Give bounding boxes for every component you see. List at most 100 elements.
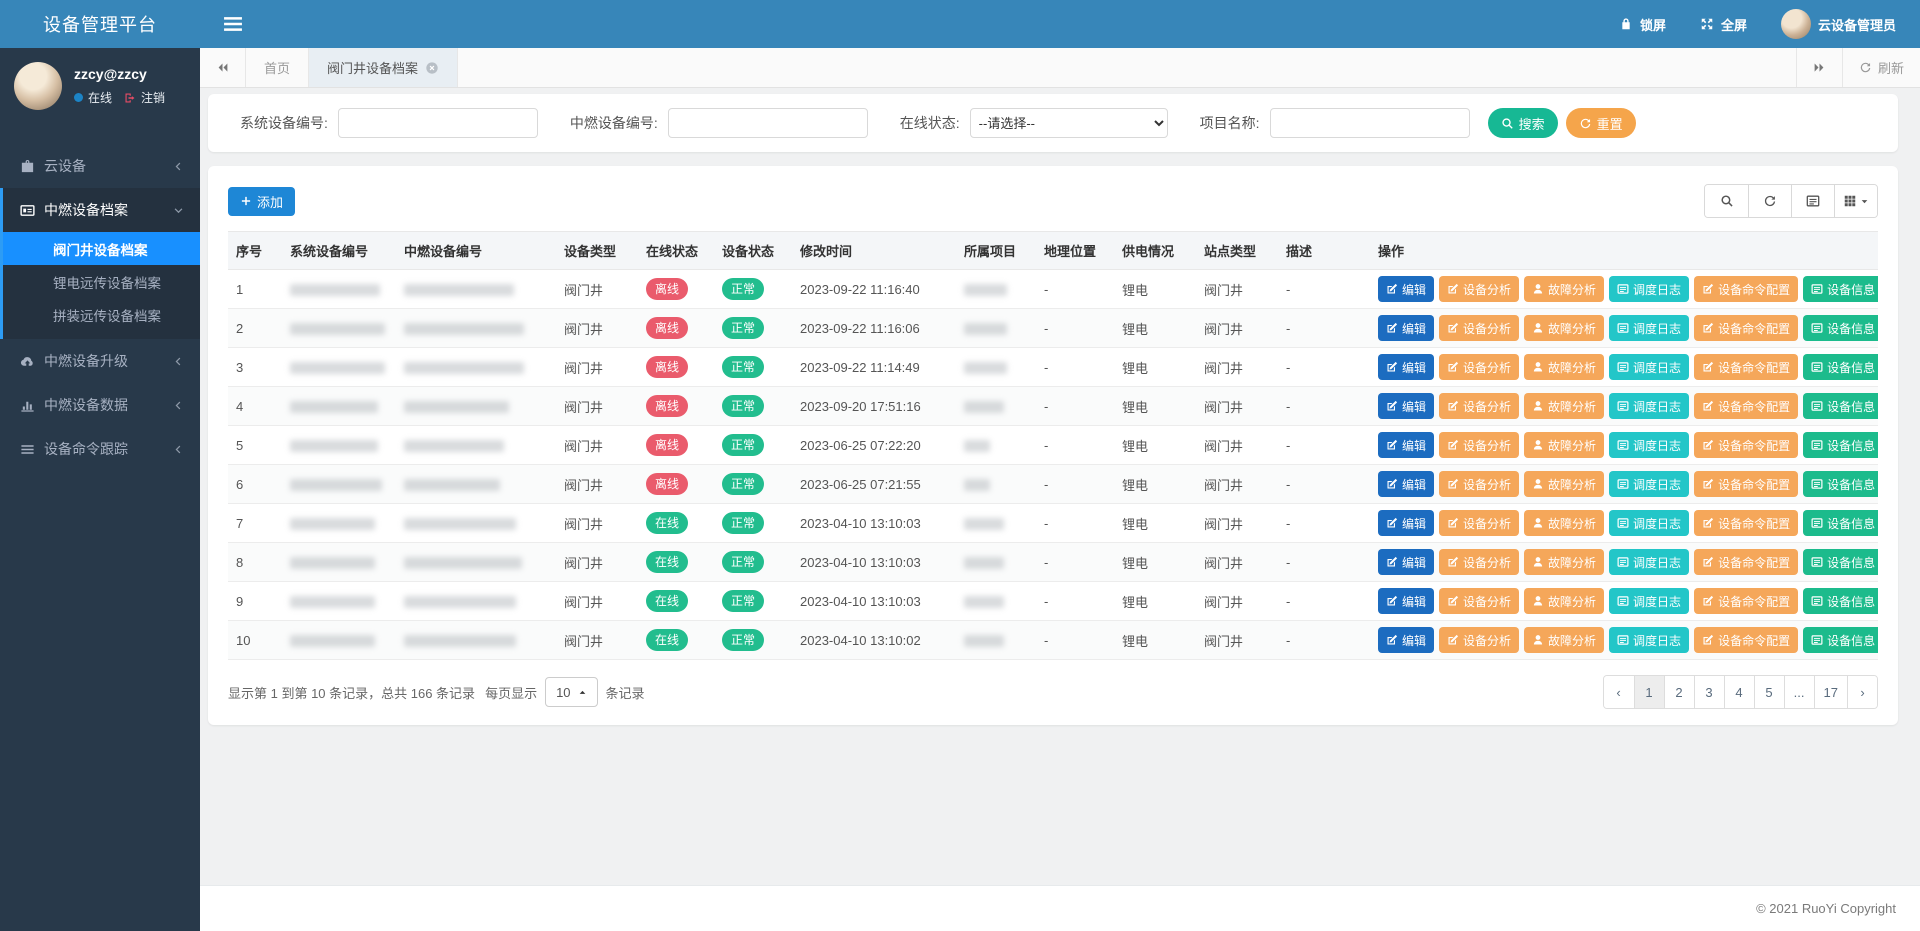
sidebar-item-device-data[interactable]: 中燃设备数据: [0, 383, 200, 427]
page-5-button[interactable]: 5: [1754, 676, 1784, 708]
fault-analysis-button[interactable]: 故障分析: [1524, 393, 1604, 419]
dispatch-log-button[interactable]: 调度日志: [1609, 276, 1689, 302]
tab-home[interactable]: 首页: [246, 48, 309, 87]
tab-refresh-button[interactable]: 刷新: [1842, 48, 1920, 87]
dispatch-log-button[interactable]: 调度日志: [1609, 393, 1689, 419]
table-detail-view-button[interactable]: [1791, 185, 1834, 217]
logout-button[interactable]: 注销: [124, 89, 165, 106]
device-analysis-button[interactable]: 设备分析: [1439, 276, 1519, 302]
page-2-button[interactable]: 2: [1664, 676, 1694, 708]
page-4-button[interactable]: 4: [1724, 676, 1754, 708]
tabs-scroll-left-button[interactable]: [200, 48, 246, 87]
system-device-no-input[interactable]: [338, 108, 538, 138]
edit-button[interactable]: 编辑: [1378, 393, 1434, 419]
edit-button[interactable]: 编辑: [1378, 315, 1434, 341]
device-analysis-button[interactable]: 设备分析: [1439, 354, 1519, 380]
fault-analysis-button[interactable]: 故障分析: [1524, 276, 1604, 302]
tab-close-icon[interactable]: [425, 61, 439, 75]
fullscreen-button[interactable]: 全屏: [1700, 15, 1747, 34]
edit-button[interactable]: 编辑: [1378, 510, 1434, 536]
fault-analysis-button[interactable]: 故障分析: [1524, 627, 1604, 653]
device-analysis-button[interactable]: 设备分析: [1439, 549, 1519, 575]
device-command-config-button[interactable]: 设备命令配置: [1694, 393, 1798, 419]
tab-valve-well-archive[interactable]: 阀门井设备档案: [309, 48, 458, 87]
dispatch-log-button[interactable]: 调度日志: [1609, 471, 1689, 497]
dispatch-log-button[interactable]: 调度日志: [1609, 549, 1689, 575]
device-info-button[interactable]: 设备信息: [1803, 471, 1878, 497]
dispatch-log-button[interactable]: 调度日志: [1609, 354, 1689, 380]
project-name-input[interactable]: [1270, 108, 1470, 138]
sidebar-item-device-archive[interactable]: 中燃设备档案: [3, 188, 200, 232]
edit-button[interactable]: 编辑: [1378, 627, 1434, 653]
device-command-config-button[interactable]: 设备命令配置: [1694, 354, 1798, 380]
fault-analysis-button[interactable]: 故障分析: [1524, 471, 1604, 497]
fault-analysis-button[interactable]: 故障分析: [1524, 354, 1604, 380]
device-info-button[interactable]: 设备信息: [1803, 549, 1878, 575]
online-status-select[interactable]: --请选择--: [970, 108, 1168, 138]
fault-analysis-button[interactable]: 故障分析: [1524, 588, 1604, 614]
device-command-config-button[interactable]: 设备命令配置: [1694, 627, 1798, 653]
device-info-button[interactable]: 设备信息: [1803, 276, 1878, 302]
page-size-select[interactable]: 10: [545, 677, 597, 707]
device-analysis-button[interactable]: 设备分析: [1439, 588, 1519, 614]
device-command-config-button[interactable]: 设备命令配置: [1694, 471, 1798, 497]
table-search-button[interactable]: [1705, 185, 1748, 217]
tabs-scroll-right-button[interactable]: [1796, 48, 1842, 87]
user-menu[interactable]: 云设备管理员: [1781, 9, 1896, 39]
sidebar-item-cloud-device[interactable]: 云设备: [0, 144, 200, 188]
sidebar-item-device-upgrade[interactable]: 中燃设备升级: [0, 339, 200, 383]
dispatch-log-button[interactable]: 调度日志: [1609, 432, 1689, 458]
add-button[interactable]: 添加: [228, 187, 295, 216]
dispatch-log-button[interactable]: 调度日志: [1609, 588, 1689, 614]
dispatch-log-button[interactable]: 调度日志: [1609, 627, 1689, 653]
edit-button[interactable]: 编辑: [1378, 471, 1434, 497]
device-info-button[interactable]: 设备信息: [1803, 354, 1878, 380]
edit-button[interactable]: 编辑: [1378, 354, 1434, 380]
page-17-button[interactable]: 17: [1814, 676, 1847, 708]
sidebar-item-valve-well-archive[interactable]: 阀门井设备档案: [3, 232, 200, 265]
device-command-config-button[interactable]: 设备命令配置: [1694, 588, 1798, 614]
device-command-config-button[interactable]: 设备命令配置: [1694, 549, 1798, 575]
page-1-button[interactable]: 1: [1634, 676, 1664, 708]
sidebar-toggle-icon[interactable]: [222, 13, 244, 35]
device-analysis-button[interactable]: 设备分析: [1439, 510, 1519, 536]
table-refresh-button[interactable]: [1748, 185, 1791, 217]
zr-device-no-input[interactable]: [668, 108, 868, 138]
edit-button[interactable]: 编辑: [1378, 549, 1434, 575]
device-info-button[interactable]: 设备信息: [1803, 432, 1878, 458]
reset-button[interactable]: 重置: [1566, 108, 1636, 138]
device-analysis-button[interactable]: 设备分析: [1439, 393, 1519, 419]
device-analysis-button[interactable]: 设备分析: [1439, 315, 1519, 341]
dispatch-log-button[interactable]: 调度日志: [1609, 510, 1689, 536]
device-analysis-button[interactable]: 设备分析: [1439, 471, 1519, 497]
fault-analysis-button[interactable]: 故障分析: [1524, 549, 1604, 575]
lock-screen-button[interactable]: 锁屏: [1619, 15, 1666, 34]
fault-analysis-button[interactable]: 故障分析: [1524, 432, 1604, 458]
device-info-button[interactable]: 设备信息: [1803, 315, 1878, 341]
edit-button[interactable]: 编辑: [1378, 432, 1434, 458]
sidebar-item-device-command-track[interactable]: 设备命令跟踪: [0, 427, 200, 471]
device-info-button[interactable]: 设备信息: [1803, 393, 1878, 419]
device-command-config-button[interactable]: 设备命令配置: [1694, 276, 1798, 302]
action-label: 故障分析: [1548, 281, 1596, 298]
device-info-button[interactable]: 设备信息: [1803, 510, 1878, 536]
edit-button[interactable]: 编辑: [1378, 276, 1434, 302]
search-button[interactable]: 搜索: [1488, 108, 1558, 138]
table-columns-button[interactable]: [1834, 185, 1877, 217]
device-command-config-button[interactable]: 设备命令配置: [1694, 432, 1798, 458]
fault-analysis-button[interactable]: 故障分析: [1524, 510, 1604, 536]
device-analysis-button[interactable]: 设备分析: [1439, 432, 1519, 458]
device-info-button[interactable]: 设备信息: [1803, 627, 1878, 653]
device-command-config-button[interactable]: 设备命令配置: [1694, 510, 1798, 536]
sidebar-item-lithium-remote-archive[interactable]: 锂电远传设备档案: [3, 265, 200, 298]
device-info-button[interactable]: 设备信息: [1803, 588, 1878, 614]
page-3-button[interactable]: 3: [1694, 676, 1724, 708]
prev-page-button[interactable]: ‹: [1604, 676, 1634, 708]
sidebar-item-assembled-remote-archive[interactable]: 拼装远传设备档案: [3, 298, 200, 331]
fault-analysis-button[interactable]: 故障分析: [1524, 315, 1604, 341]
next-page-button[interactable]: ›: [1847, 676, 1877, 708]
edit-button[interactable]: 编辑: [1378, 588, 1434, 614]
device-analysis-button[interactable]: 设备分析: [1439, 627, 1519, 653]
dispatch-log-button[interactable]: 调度日志: [1609, 315, 1689, 341]
device-command-config-button[interactable]: 设备命令配置: [1694, 315, 1798, 341]
